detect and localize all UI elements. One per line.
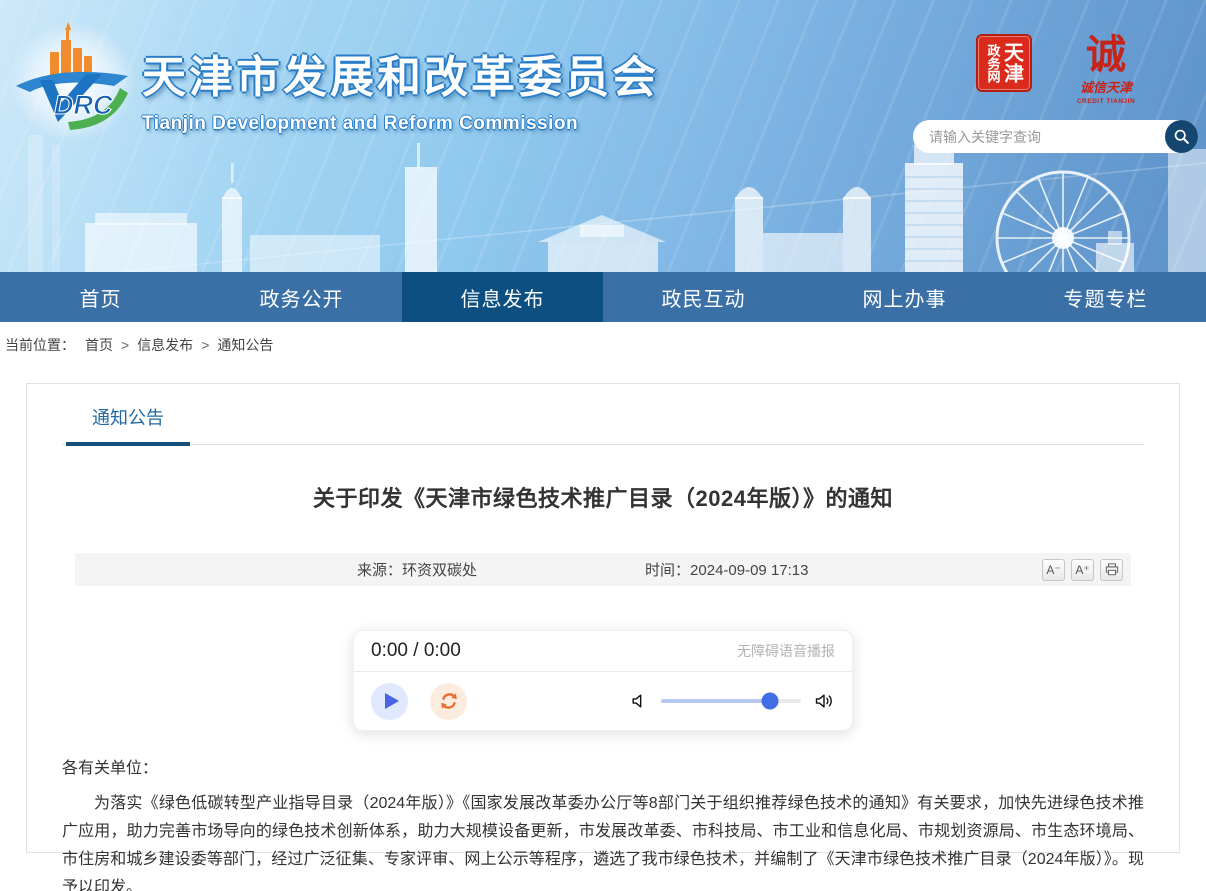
play-icon (385, 693, 399, 709)
site-banner: DRC 天津市发展和改革委员会 Tianjin Development and … (0, 0, 1206, 272)
credit-tianjin-logo[interactable]: 诚 诚信天津 CREDIT TIANJIN (1070, 34, 1142, 105)
play-button[interactable] (371, 683, 408, 720)
breadcrumb-label: 当前位置： (5, 337, 75, 353)
article-tools: A⁻ A⁺ (1042, 559, 1123, 581)
credit-subtitle: CREDIT TIANJIN (1070, 98, 1142, 105)
volume-slider[interactable] (661, 699, 801, 703)
nav-item-special-topics[interactable]: 专题专栏 (1005, 272, 1206, 322)
font-increase-button[interactable]: A⁺ (1071, 559, 1094, 581)
logo-acronym: DRC (54, 90, 113, 120)
tianjin-gov-network-seal[interactable]: 天津 政务网 (976, 34, 1032, 92)
nav-item-online-services[interactable]: 网上办事 (804, 272, 1005, 322)
nav-item-interaction[interactable]: 政民互动 (603, 272, 804, 322)
volume-controls (629, 691, 835, 711)
font-decrease-button[interactable]: A⁻ (1042, 559, 1065, 581)
volume-slider-thumb[interactable] (762, 693, 779, 710)
article-time: 时间：2024-09-09 17:13 (645, 559, 808, 580)
breadcrumb-home[interactable]: 首页 (85, 337, 113, 353)
article-salutation: 各有关单位： (62, 754, 1144, 778)
site-search (913, 120, 1198, 153)
breadcrumb-separator: > (121, 337, 129, 353)
replay-button[interactable] (430, 683, 467, 720)
tab-row: 通知公告 (62, 404, 1144, 445)
search-icon (1173, 128, 1190, 145)
breadcrumb-notices[interactable]: 通知公告 (217, 337, 273, 353)
content-card: 通知公告 关于印发《天津市绿色技术推广目录（2024年版）》的通知 来源：环资双… (26, 383, 1180, 853)
player-time-display: 0:00 / 0:00 (371, 640, 461, 662)
search-input[interactable] (913, 120, 1198, 153)
tab-notices[interactable]: 通知公告 (66, 404, 190, 446)
site-brand: DRC 天津市发展和改革委员会 Tianjin Development and … (10, 22, 659, 142)
player-caption: 无障碍语音播报 (737, 641, 835, 661)
seal-chars-right: 天津 (1002, 42, 1022, 84)
print-button[interactable] (1100, 559, 1123, 581)
site-subtitle: Tianjin Development and Reform Commissio… (142, 113, 659, 135)
drc-logo[interactable]: DRC (10, 22, 136, 142)
nav-item-gov-affairs[interactable]: 政务公开 (201, 272, 402, 322)
player-header: 0:00 / 0:00 无障碍语音播报 (354, 631, 852, 672)
article-source: 来源：环资双碳处 (357, 559, 477, 580)
drc-emblem-icon: DRC (10, 22, 136, 142)
search-button[interactable] (1165, 120, 1198, 153)
article-paragraph: 为落实《绿色低碳转型产业指导目录（2024年版）》《国家发展改革委办公厅等8部门… (62, 790, 1144, 891)
seal-chars-left: 政务网 (987, 44, 1000, 83)
credit-character: 诚 (1070, 34, 1142, 76)
volume-slider-fill (661, 699, 770, 703)
loop-icon (438, 690, 460, 712)
breadcrumb: 当前位置： 首页 > 信息发布 > 通知公告 (0, 322, 1206, 367)
site-title[interactable]: 天津市发展和改革委员会 (142, 41, 659, 105)
nav-item-home[interactable]: 首页 (0, 272, 201, 322)
nav-item-info-release[interactable]: 信息发布 (402, 272, 603, 322)
volume-low-icon[interactable] (629, 691, 649, 711)
page: DRC 天津市发展和改革委员会 Tianjin Development and … (0, 0, 1206, 891)
article-title: 关于印发《天津市绿色技术推广目录（2024年版）》的通知 (62, 481, 1144, 513)
article-meta-bar: 来源：环资双碳处 时间：2024-09-09 17:13 A⁻ A⁺ (75, 553, 1131, 586)
breadcrumb-separator: > (201, 337, 209, 353)
printer-icon (1105, 563, 1119, 576)
volume-high-icon[interactable] (813, 691, 835, 711)
player-controls (354, 672, 852, 730)
main-nav: 首页 政务公开 信息发布 政民互动 网上办事 专题专栏 (0, 272, 1206, 322)
credit-title: 诚信天津 (1070, 77, 1142, 96)
breadcrumb-info-release[interactable]: 信息发布 (137, 337, 193, 353)
city-skyline-graphic (0, 135, 1206, 272)
audio-player: 0:00 / 0:00 无障碍语音播报 (353, 630, 853, 731)
